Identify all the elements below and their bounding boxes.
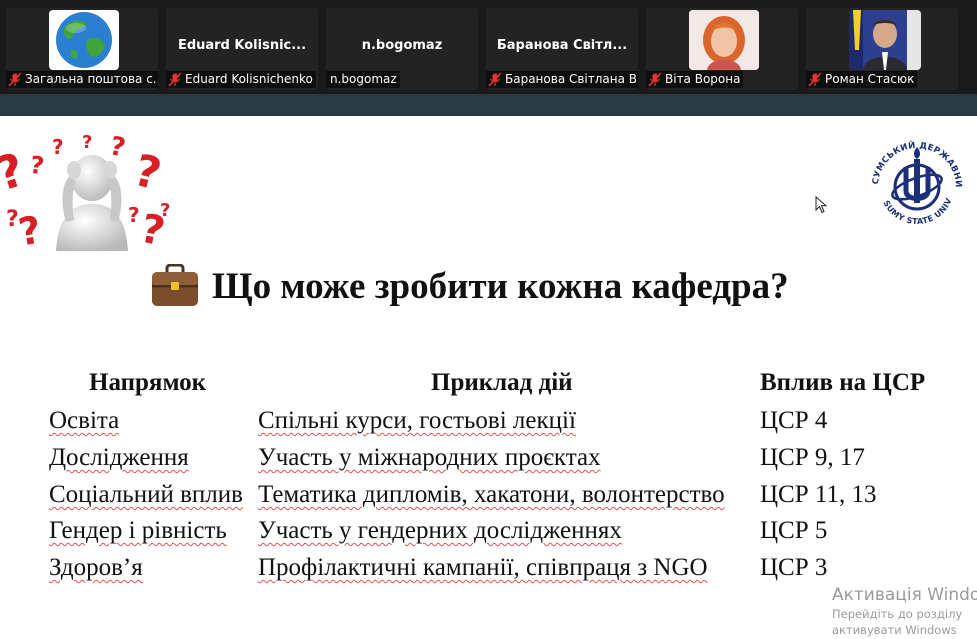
participant-label: Eduard Kolisnichenko <box>166 71 316 88</box>
participant-tile[interactable]: Роман Стасюк <box>806 8 958 90</box>
participant-avatar <box>849 10 921 70</box>
svg-text:?: ? <box>128 203 140 227</box>
university-logo: СУМСЬКИЙ ДЕРЖАВНИЙ УНІВЕРСИТЕТ SUMY STAT… <box>862 129 970 237</box>
participant-label: Баранова Світлана В... <box>486 71 638 88</box>
participant-label-text: Загальна поштова с... <box>25 72 158 86</box>
svg-text:?: ? <box>6 207 19 232</box>
muted-microphone-icon <box>167 72 183 87</box>
globe-icon <box>56 12 112 68</box>
participant-strip: Загальна поштова с... Eduard Kolisnic...… <box>0 0 977 92</box>
table-header-direction: Напрямок <box>89 369 207 396</box>
participant-label: Роман Стасюк <box>806 71 918 88</box>
participant-label: Віта Ворона <box>646 71 744 88</box>
table-header-sdg-impact: Вплив на ЦСР <box>760 369 926 396</box>
participant-avatar <box>689 10 759 70</box>
table-cell-examples: Спільні курси, гостьові лекції <box>258 407 576 434</box>
table-cell-sdg: ЦСР 11, 13 <box>760 481 877 508</box>
table-cell-direction: Соціальний вплив <box>49 481 243 508</box>
toolbar-divider <box>0 92 977 116</box>
briefcase-icon <box>152 264 198 306</box>
table-cell-direction: Дослідження <box>49 444 189 471</box>
watermark-line: активувати Windows <box>832 623 957 637</box>
svg-text:?: ? <box>107 131 128 163</box>
participant-label: Загальна поштова с... <box>6 71 158 88</box>
confused-person-illustration: ? ? ? ? ? ? ? ? ? ? ? <box>0 131 170 251</box>
slide-title: Що може зробити кожна кафедра? <box>212 265 789 307</box>
table-cell-direction: Освіта <box>49 407 120 434</box>
table-cell-examples: Участь у гендерних дослідженнях <box>258 517 622 544</box>
participant-tile[interactable]: n.bogomaz n.bogomaz <box>326 8 478 90</box>
participant-label-text: Баранова Світлана В... <box>505 72 638 86</box>
slide-title-row: Що може зробити кожна кафедра? <box>150 258 850 314</box>
participant-name: Баранова Світл... <box>496 38 628 53</box>
svg-text:?: ? <box>52 135 64 159</box>
table-header-examples: Приклад дій <box>431 369 573 396</box>
participant-tile[interactable]: Баранова Світл... Баранова Світлана В... <box>486 8 638 90</box>
svg-text:?: ? <box>129 145 166 201</box>
muted-microphone-icon <box>647 72 663 87</box>
svg-text:?: ? <box>160 200 170 221</box>
table-cell-examples: Профілактичні кампанії, співпраця з NGO <box>258 554 708 581</box>
mouse-cursor-icon <box>815 196 827 214</box>
svg-text:?: ? <box>15 208 44 251</box>
svg-text:?: ? <box>82 132 92 153</box>
participant-tile[interactable]: Загальна поштова с... <box>6 8 158 90</box>
watermark-title: Активація Windows <box>832 585 977 605</box>
participant-label-text: Eduard Kolisnichenko <box>185 72 313 86</box>
person-photo-icon <box>849 10 921 70</box>
participant-name: n.bogomaz <box>361 38 443 53</box>
participant-avatar <box>49 10 119 70</box>
muted-microphone-icon <box>7 72 23 87</box>
participant-label-text: Роман Стасюк <box>825 72 915 86</box>
table-cell-sdg: ЦСР 3 <box>760 554 828 581</box>
muted-microphone-icon <box>487 72 503 87</box>
svg-text:?: ? <box>0 142 31 202</box>
table-cell-sdg: ЦСР 5 <box>760 517 828 544</box>
table-cell-examples: Тематика дипломів, хакатони, волонтерств… <box>258 481 725 508</box>
watermark-line: Перейдіть до розділу <box>832 607 963 621</box>
participant-label: n.bogomaz <box>326 71 400 88</box>
table-cell-direction: Здоров’я <box>49 554 143 581</box>
shared-slide: ? ? ? ? ? ? ? ? ? ? ? СУМСЬКИЙ ДЕРЖАВНИ … <box>0 116 977 639</box>
svg-text:?: ? <box>28 151 46 181</box>
participant-name: Eduard Kolisnic... <box>177 38 307 53</box>
table-cell-sdg: ЦСР 9, 17 <box>760 444 865 471</box>
participant-label-text: n.bogomaz <box>330 72 397 86</box>
person-photo-icon <box>689 10 759 70</box>
windows-activation-watermark: Активація Windows Перейдіть до розділу а… <box>832 584 977 638</box>
table-cell-examples: Участь у міжнародних проєктах <box>258 444 601 471</box>
table-cell-sdg: ЦСР 4 <box>760 407 828 434</box>
table-cell-direction: Гендер і рівність <box>49 517 227 544</box>
participant-tile[interactable]: Eduard Kolisnic... Eduard Kolisnichenko <box>166 8 318 90</box>
muted-microphone-icon <box>807 72 823 87</box>
participant-tile[interactable]: Віта Ворона <box>646 8 798 90</box>
participant-label-text: Віта Ворона <box>665 72 741 86</box>
